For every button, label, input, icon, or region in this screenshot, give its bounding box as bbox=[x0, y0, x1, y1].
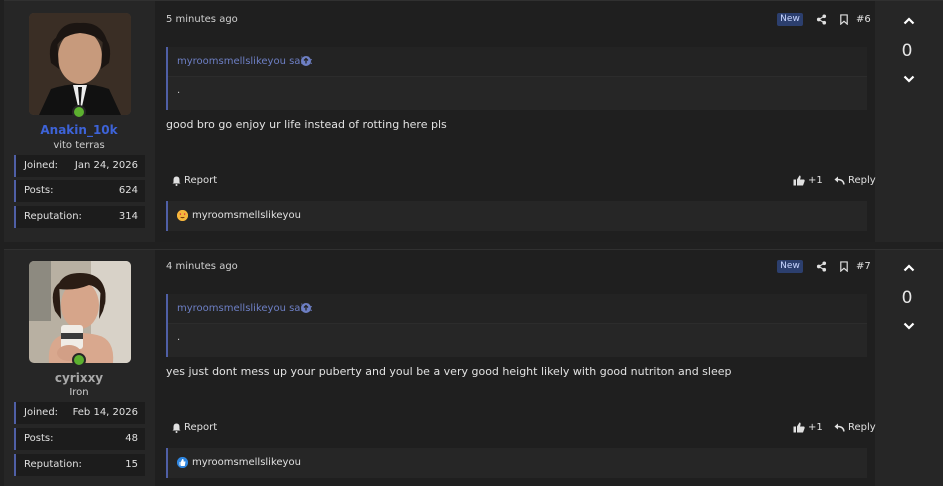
share-icon[interactable] bbox=[816, 261, 828, 273]
reply-label: Reply bbox=[848, 422, 876, 433]
like-count: +1 bbox=[808, 422, 823, 433]
vote-panel: 0 bbox=[876, 250, 943, 486]
share-icon[interactable] bbox=[816, 14, 828, 26]
reply-label: Reply bbox=[848, 175, 876, 186]
bookmark-icon[interactable] bbox=[839, 261, 851, 273]
stat-reputation: Reputation: 15 bbox=[14, 454, 145, 476]
vote-panel: 0 bbox=[876, 1, 943, 242]
stat-value: Jan 24, 2026 bbox=[74, 160, 138, 171]
upvote-chevron-up-icon[interactable] bbox=[902, 261, 916, 275]
post-number-link[interactable]: #7 bbox=[856, 261, 871, 272]
user-title: Iron bbox=[69, 387, 89, 398]
post-content: 4 minutes ago New #7 myroomsmellslikeyou… bbox=[155, 250, 876, 486]
post-timestamp[interactable]: 5 minutes ago bbox=[166, 14, 238, 25]
new-badge: New bbox=[777, 260, 803, 273]
jump-to-quote-icon[interactable] bbox=[301, 303, 311, 313]
avatar[interactable] bbox=[29, 261, 131, 363]
stat-value: 48 bbox=[125, 433, 138, 444]
reaction-user-link[interactable]: myroomsmellslikeyou bbox=[192, 210, 301, 221]
report-label: Report bbox=[184, 175, 218, 186]
forum-post: cyrixxy Iron Joined: Feb 14, 2026 Posts:… bbox=[4, 249, 943, 486]
stat-reputation: Reputation: 314 bbox=[14, 206, 145, 228]
forum-post: Anakin_10k vito terras Joined: Jan 24, 2… bbox=[4, 0, 943, 242]
upvote-chevron-up-icon[interactable] bbox=[902, 14, 916, 28]
bell-icon bbox=[172, 423, 181, 433]
vote-count: 0 bbox=[901, 288, 913, 308]
thumbs-up-icon bbox=[793, 422, 805, 433]
downvote-chevron-down-icon[interactable] bbox=[902, 319, 916, 333]
user-title: vito terras bbox=[53, 140, 105, 151]
stat-joined: Joined: Jan 24, 2026 bbox=[14, 155, 145, 177]
user-info-panel: cyrixxy Iron Joined: Feb 14, 2026 Posts:… bbox=[4, 250, 154, 486]
quote-body: . bbox=[177, 332, 181, 343]
reactions-bar[interactable]: myroomsmellslikeyou bbox=[166, 448, 867, 478]
bell-icon bbox=[172, 176, 181, 186]
like-count: +1 bbox=[808, 175, 823, 186]
quote-author-link[interactable]: myroomsmellslikeyou said: bbox=[177, 303, 313, 314]
bookmark-icon[interactable] bbox=[839, 14, 851, 26]
stat-posts: Posts: 624 bbox=[14, 180, 145, 202]
stat-label: Joined: bbox=[24, 407, 59, 418]
new-badge: New bbox=[777, 13, 803, 26]
stat-joined: Joined: Feb 14, 2026 bbox=[14, 402, 145, 424]
reply-button[interactable]: Reply bbox=[834, 422, 876, 433]
stat-value: 15 bbox=[125, 459, 138, 470]
stat-label: Joined: bbox=[24, 160, 59, 171]
stat-label: Posts: bbox=[24, 185, 54, 196]
reactions-bar[interactable]: myroomsmellslikeyou bbox=[166, 201, 867, 231]
jump-to-quote-icon[interactable] bbox=[301, 56, 311, 66]
like-emoji-icon bbox=[177, 457, 188, 468]
post-message: good bro go enjoy ur life instead of rot… bbox=[166, 118, 447, 131]
user-info-panel: Anakin_10k vito terras Joined: Jan 24, 2… bbox=[4, 1, 154, 242]
stat-label: Posts: bbox=[24, 433, 54, 444]
reply-icon bbox=[834, 176, 845, 185]
post-content: 5 minutes ago New #6 myroomsmellslikeyou… bbox=[155, 1, 876, 242]
downvote-chevron-down-icon[interactable] bbox=[902, 72, 916, 86]
quote-header: myroomsmellslikeyou said: bbox=[168, 47, 867, 77]
report-button[interactable]: Report bbox=[172, 422, 217, 433]
stat-label: Reputation: bbox=[24, 211, 82, 222]
quote-author-link[interactable]: myroomsmellslikeyou said: bbox=[177, 56, 313, 67]
stat-value: 624 bbox=[118, 185, 138, 196]
post-message: yes just dont mess up your puberty and y… bbox=[166, 365, 732, 378]
post-number-link[interactable]: #6 bbox=[856, 14, 871, 25]
report-button[interactable]: Report bbox=[172, 175, 217, 186]
heart-eyes-emoji-icon bbox=[177, 210, 188, 221]
online-status-icon bbox=[72, 105, 86, 119]
reply-icon bbox=[834, 423, 845, 432]
reply-button[interactable]: Reply bbox=[834, 175, 876, 186]
thumbs-up-icon bbox=[793, 175, 805, 186]
quote-header: myroomsmellslikeyou said: bbox=[168, 294, 867, 324]
online-status-icon bbox=[72, 353, 86, 367]
post-timestamp[interactable]: 4 minutes ago bbox=[166, 261, 238, 272]
quote-block: myroomsmellslikeyou said: . bbox=[166, 294, 867, 357]
stat-value: Feb 14, 2026 bbox=[72, 407, 138, 418]
quote-body: . bbox=[177, 85, 181, 96]
vote-count: 0 bbox=[901, 41, 913, 61]
username[interactable]: Anakin_10k bbox=[4, 123, 154, 137]
like-button[interactable]: +1 bbox=[793, 422, 823, 433]
stat-posts: Posts: 48 bbox=[14, 428, 145, 450]
report-label: Report bbox=[184, 422, 218, 433]
username[interactable]: cyrixxy bbox=[4, 371, 154, 385]
like-button[interactable]: +1 bbox=[793, 175, 823, 186]
stat-label: Reputation: bbox=[24, 459, 82, 470]
stat-value: 314 bbox=[118, 211, 138, 222]
reaction-user-link[interactable]: myroomsmellslikeyou bbox=[192, 457, 301, 468]
avatar[interactable] bbox=[29, 13, 131, 115]
quote-block: myroomsmellslikeyou said: . bbox=[166, 47, 867, 110]
